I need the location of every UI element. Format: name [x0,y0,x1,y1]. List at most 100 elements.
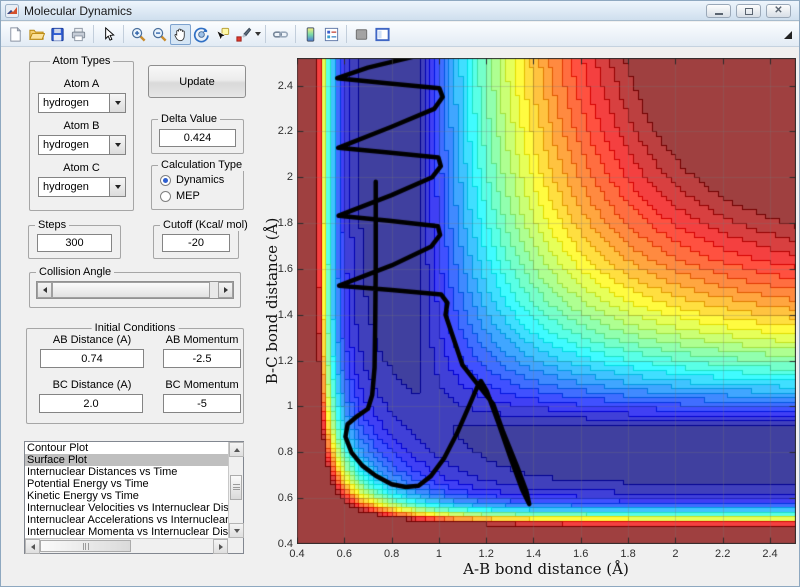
dock-figure-icon [375,27,390,41]
print-figure-button[interactable] [68,24,89,45]
rotate-3d-button[interactable] [191,24,212,45]
atom-types-panel: Atom Types Atom A hydrogen Atom B hydrog… [29,55,134,211]
plot-type-listbox[interactable]: Contour Plot Surface Plot Internuclear Dis… [24,441,244,554]
scroll-down-button[interactable] [229,523,244,538]
colorbar-icon [306,26,315,42]
ab-distance-field[interactable]: 0.74 [40,349,144,368]
open-file-button[interactable] [26,24,47,45]
listbox-vscrollbar[interactable] [228,442,244,538]
atom-a-dropdown[interactable]: hydrogen [38,93,126,113]
atom-a-value: hydrogen [43,97,89,109]
radio-dynamics[interactable]: Dynamics [160,174,224,186]
brush-data-button[interactable] [233,24,254,45]
scroll-right-button[interactable] [213,539,228,554]
scroll-up-button[interactable] [229,442,244,457]
hide-plot-tools-button[interactable] [351,24,372,45]
ab-momentum-label: AB Momentum [165,334,239,346]
data-cursor-button[interactable] [212,24,233,45]
atom-b-dropdown-button[interactable] [109,136,125,154]
hscroll-thumb[interactable] [40,540,132,552]
zoom-out-button[interactable] [149,24,170,45]
slider-thumb[interactable] [52,282,210,298]
radio-mep-label: MEP [176,190,200,202]
save-figure-button[interactable] [47,24,68,45]
toolbar-overflow-icon[interactable] [784,31,792,39]
radio-dynamics-label: Dynamics [176,174,225,186]
update-button[interactable]: Update [148,65,246,98]
title-bar[interactable]: Molecular Dynamics ✕ [1,1,799,21]
slider-left-arrow[interactable] [37,282,52,298]
arrow-cursor-icon [105,26,115,41]
slider-right-arrow[interactable] [218,282,233,298]
bc-distance-field[interactable]: 2.0 [39,394,143,413]
radio-mep[interactable]: MEP [160,190,200,202]
atom-b-label: Atom B [63,120,100,132]
insert-colorbar-button[interactable] [300,24,321,45]
y-tick-label: 0.4 [277,538,293,550]
scroll-left-button[interactable] [25,539,40,554]
zoom-in-icon [131,27,146,42]
x-tick-label: 2 [672,548,679,560]
atom-a-dropdown-button[interactable] [109,94,125,112]
ab-momentum-field[interactable]: -2.5 [163,349,241,368]
x-tick-label: 1 [435,548,442,560]
toolbar-separator [346,25,347,43]
ab-distance-label: AB Distance (A) [52,334,132,346]
list-item[interactable]: Potential Energy vs Time [25,478,228,490]
delta-value-title: Delta Value [158,113,221,125]
minimize-icon [714,12,723,15]
insert-legend-button[interactable] [321,24,342,45]
x-tick-label: 1.8 [620,548,636,560]
list-item[interactable]: Contour Plot [25,442,228,454]
calculation-type-panel: Calculation Type Dynamics MEP [151,159,246,210]
vscroll-thumb[interactable] [230,474,242,500]
atom-c-label: Atom C [63,162,100,174]
list-item[interactable]: Kinetic Energy vs Time [25,490,228,502]
show-plot-tools-button[interactable] [372,24,393,45]
steps-field[interactable]: 300 [37,234,112,252]
atom-b-value: hydrogen [43,139,89,151]
new-document-icon [10,26,22,42]
listbox-hscrollbar[interactable] [25,538,228,554]
cutoff-field[interactable]: -20 [162,234,230,252]
atom-c-dropdown[interactable]: hydrogen [38,177,126,197]
atom-b-dropdown[interactable]: hydrogen [38,135,126,155]
list-item[interactable]: Internuclear Distances vs Time [25,466,228,478]
restore-icon [744,7,753,15]
atom-c-value: hydrogen [43,181,89,193]
radio-mep-icon[interactable] [160,190,171,202]
link-plots-button[interactable] [270,24,291,45]
list-item[interactable]: Internuclear Velocities vs Internuclear … [25,502,228,514]
legend-icon [324,27,339,41]
minimize-button[interactable] [706,4,731,18]
thumb-grip [231,476,241,499]
bc-momentum-field[interactable]: -5 [163,394,241,413]
contour-plot-canvas[interactable] [297,58,796,544]
brush-dropdown-icon[interactable] [255,32,261,36]
list-item[interactable]: Internuclear Momenta vs Internuclear Dis… [25,526,228,538]
list-item[interactable]: Internuclear Accelerations vs Internucle… [25,514,228,526]
steps-title: Steps [35,219,70,231]
printer-icon [71,27,86,41]
zoom-in-button[interactable] [128,24,149,45]
pan-button[interactable] [170,23,191,45]
toolbar-separator [295,25,296,43]
collision-angle-slider[interactable] [36,281,234,299]
edit-plot-button[interactable] [98,24,119,45]
scrollbar-corner [228,538,243,553]
x-tick-label: 0.8 [383,548,400,560]
close-button[interactable]: ✕ [766,4,791,18]
list-item[interactable]: Surface Plot [25,454,228,466]
toolbar-separator [265,25,266,43]
atom-c-dropdown-button[interactable] [109,178,125,196]
new-figure-button[interactable] [5,24,26,45]
figure-client-area: Atom Types Atom A hydrogen Atom B hydrog… [1,47,799,586]
bc-distance-label: BC Distance (A) [52,379,132,391]
initial-conditions-title: Initial Conditions [91,322,179,334]
cutoff-panel: Cutoff (Kcal/ mol) -20 [153,219,251,259]
restore-button[interactable] [736,4,761,18]
delta-value-field[interactable]: 0.424 [159,129,236,147]
toolbar-separator [93,25,94,43]
radio-dynamics-icon[interactable] [160,174,171,186]
app-window: Molecular Dynamics ✕ Atom Types Atom A h… [0,0,800,587]
